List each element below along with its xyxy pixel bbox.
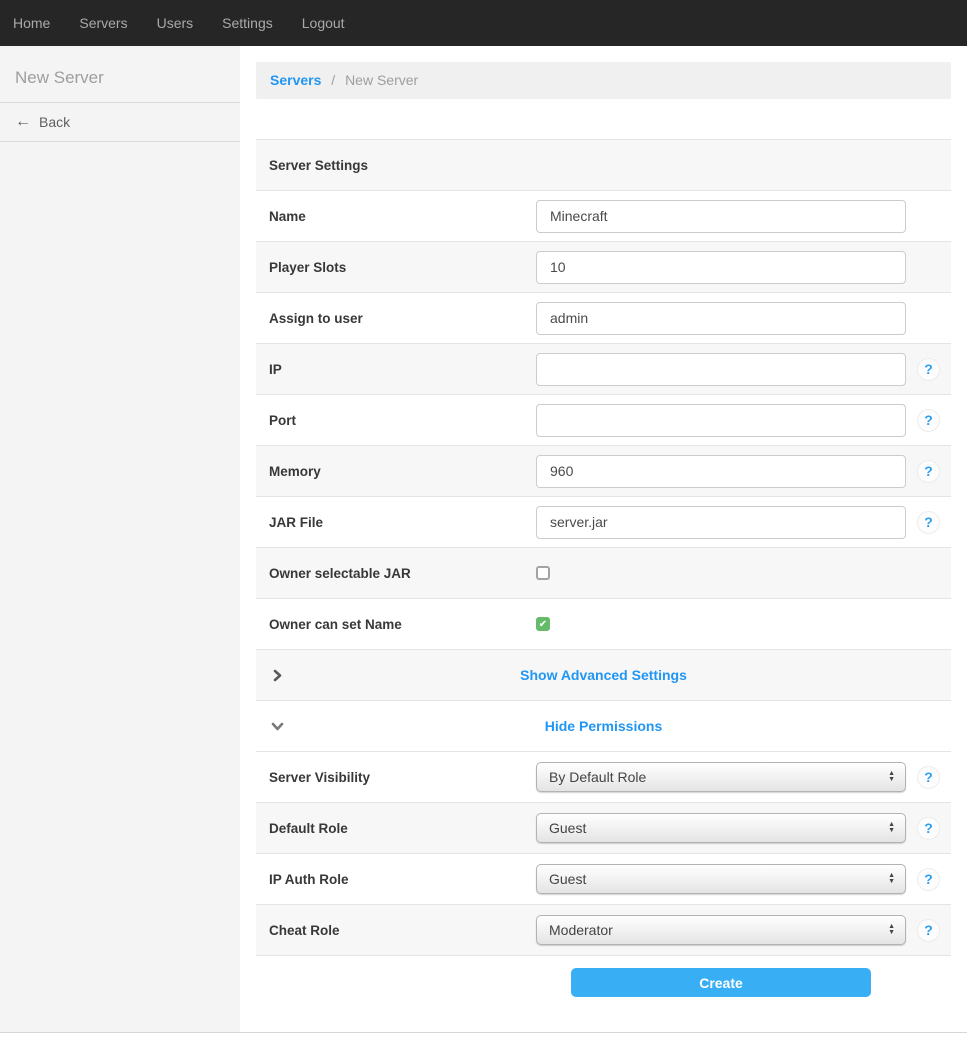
- cheat-role-label: Cheat Role: [256, 923, 536, 938]
- name-label: Name: [256, 209, 536, 224]
- cheat-role-value: Moderator: [549, 922, 888, 938]
- owner-can-set-name-label: Owner can set Name: [256, 617, 536, 632]
- breadcrumb-servers-link[interactable]: Servers: [270, 72, 321, 88]
- form-row-default-role: Default Role Guest ▲▼ ?: [256, 803, 951, 854]
- app-layout: New Server ← Back Servers / New Server S…: [0, 46, 967, 1033]
- select-stepper-icon: ▲▼: [888, 873, 895, 885]
- select-stepper-icon: ▲▼: [888, 924, 895, 936]
- breadcrumb-current: New Server: [345, 72, 418, 88]
- port-help-icon[interactable]: ?: [917, 409, 940, 432]
- server-visibility-help-icon[interactable]: ?: [917, 766, 940, 789]
- form-row-name: Name: [256, 191, 951, 242]
- breadcrumb-separator: /: [331, 72, 335, 88]
- ip-auth-role-value: Guest: [549, 871, 888, 887]
- jar-file-input[interactable]: [536, 506, 906, 539]
- assign-user-input[interactable]: [536, 302, 906, 335]
- sidebar: New Server ← Back: [0, 46, 240, 1032]
- back-button[interactable]: ← Back: [0, 103, 240, 142]
- select-stepper-icon: ▲▼: [888, 822, 895, 834]
- main-content: Servers / New Server Server Settings Nam…: [240, 46, 967, 1032]
- jar-file-label: JAR File: [256, 515, 536, 530]
- server-visibility-select[interactable]: By Default Role ▲▼: [536, 762, 906, 792]
- page-title: New Server: [0, 46, 240, 103]
- show-advanced-settings-link[interactable]: Show Advanced Settings: [256, 667, 951, 683]
- form-row-port: Port ?: [256, 395, 951, 446]
- nav-item-servers[interactable]: Servers: [79, 15, 127, 31]
- form-row-ip-auth-role: IP Auth Role Guest ▲▼ ?: [256, 854, 951, 905]
- form-row-owner-selectable-jar: Owner selectable JAR: [256, 548, 951, 599]
- chevron-down-icon: [271, 720, 284, 738]
- form-row-cheat-role: Cheat Role Moderator ▲▼ ?: [256, 905, 951, 956]
- server-visibility-value: By Default Role: [549, 769, 888, 785]
- default-role-value: Guest: [549, 820, 888, 836]
- port-input[interactable]: [536, 404, 906, 437]
- form-row-player-slots: Player Slots: [256, 242, 951, 293]
- nav-item-home[interactable]: Home: [13, 15, 50, 31]
- ip-auth-role-help-icon[interactable]: ?: [917, 868, 940, 891]
- ip-help-icon[interactable]: ?: [917, 358, 940, 381]
- port-label: Port: [256, 413, 536, 428]
- select-stepper-icon: ▲▼: [888, 771, 895, 783]
- hide-permissions-link[interactable]: Hide Permissions: [256, 718, 951, 734]
- owner-selectable-jar-label: Owner selectable JAR: [256, 566, 536, 581]
- form-row-assign-user: Assign to user: [256, 293, 951, 344]
- nav-item-logout[interactable]: Logout: [302, 15, 345, 31]
- form-row-owner-can-set-name: Owner can set Name ✔: [256, 599, 951, 650]
- create-row: Create: [256, 956, 951, 997]
- default-role-select[interactable]: Guest ▲▼: [536, 813, 906, 843]
- memory-input[interactable]: [536, 455, 906, 488]
- player-slots-input[interactable]: [536, 251, 906, 284]
- create-button[interactable]: Create: [571, 968, 871, 997]
- cheat-role-select[interactable]: Moderator ▲▼: [536, 915, 906, 945]
- form-row-jar-file: JAR File ?: [256, 497, 951, 548]
- owner-can-set-name-checkbox[interactable]: ✔: [536, 617, 550, 631]
- form-row-server-visibility: Server Visibility By Default Role ▲▼ ?: [256, 752, 951, 803]
- ip-auth-role-label: IP Auth Role: [256, 872, 536, 887]
- ip-input[interactable]: [536, 353, 906, 386]
- server-visibility-label: Server Visibility: [256, 770, 536, 785]
- ip-label: IP: [256, 362, 536, 377]
- ip-auth-role-select[interactable]: Guest ▲▼: [536, 864, 906, 894]
- player-slots-label: Player Slots: [256, 260, 536, 275]
- breadcrumb: Servers / New Server: [256, 62, 951, 99]
- jar-file-help-icon[interactable]: ?: [917, 511, 940, 534]
- name-input[interactable]: [536, 200, 906, 233]
- nav-item-settings[interactable]: Settings: [222, 15, 273, 31]
- assign-user-label: Assign to user: [256, 311, 536, 326]
- section-header: Server Settings: [256, 158, 536, 173]
- default-role-label: Default Role: [256, 821, 536, 836]
- form-row-ip: IP ?: [256, 344, 951, 395]
- nav-item-users[interactable]: Users: [157, 15, 194, 31]
- permissions-toggle-row: Hide Permissions: [256, 701, 951, 752]
- back-label: Back: [39, 114, 70, 130]
- server-settings-form: Server Settings Name Player Slots: [256, 139, 951, 997]
- section-header-row: Server Settings: [256, 140, 951, 191]
- default-role-help-icon[interactable]: ?: [917, 817, 940, 840]
- top-navbar: Home Servers Users Settings Logout: [0, 0, 967, 46]
- form-row-memory: Memory ?: [256, 446, 951, 497]
- cheat-role-help-icon[interactable]: ?: [917, 919, 940, 942]
- advanced-settings-toggle-row: Show Advanced Settings: [256, 650, 951, 701]
- back-arrow-icon: ←: [15, 113, 31, 131]
- owner-selectable-jar-checkbox[interactable]: [536, 566, 550, 580]
- memory-label: Memory: [256, 464, 536, 479]
- chevron-right-icon: [271, 669, 284, 687]
- memory-help-icon[interactable]: ?: [917, 460, 940, 483]
